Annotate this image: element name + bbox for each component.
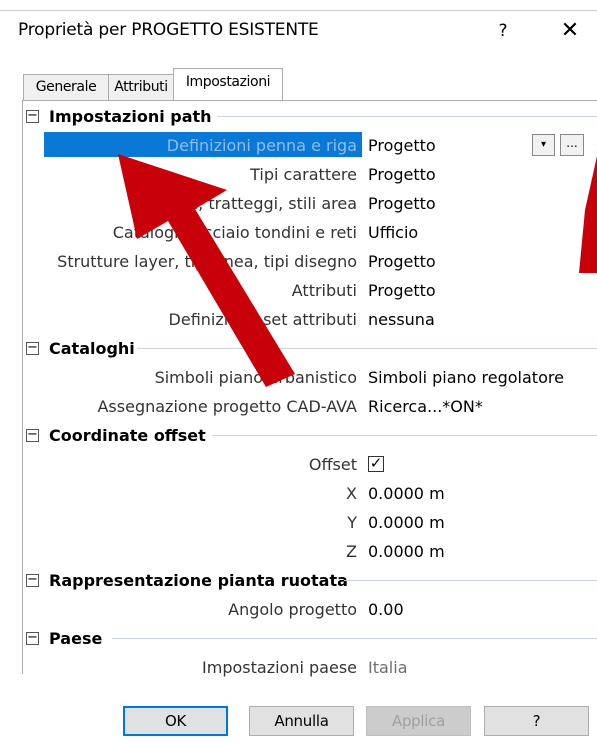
property-row-steel-catalogs[interactable]: Cataloghi acciaio tondini e reti Ufficio — [22, 218, 597, 247]
property-name: Tipi carattere — [250, 165, 357, 184]
property-name: Y — [347, 513, 357, 532]
property-value[interactable]: Progetto — [368, 189, 436, 218]
property-value[interactable]: Progetto — [368, 247, 436, 276]
property-name: X — [346, 484, 357, 503]
property-row-y[interactable]: Y 0.0000 m — [22, 508, 597, 537]
property-value[interactable]: Progetto — [368, 131, 436, 160]
category-coordinate-offset[interactable]: − Coordinate offset — [22, 421, 597, 450]
collapse-icon[interactable]: − — [26, 573, 39, 587]
collapse-icon[interactable]: − — [26, 631, 39, 645]
dropdown-button[interactable]: ▾ — [532, 134, 555, 156]
property-name: Cataloghi acciaio tondini e reti — [112, 223, 357, 242]
dialog-title: Proprietà per PROGETTO ESISTENTE — [18, 20, 319, 40]
ok-button[interactable]: OK — [123, 706, 228, 736]
property-row-attributes[interactable]: Attributi Progetto — [22, 276, 597, 305]
property-value[interactable]: 0.00 — [368, 595, 404, 624]
category-impostazioni-path[interactable]: − Impostazioni path — [22, 102, 597, 131]
category-label: Cataloghi — [49, 339, 135, 358]
category-label: Rappresentazione pianta ruotata — [49, 571, 348, 590]
property-value: Italia — [368, 658, 408, 677]
category-label: Impostazioni path — [49, 107, 212, 126]
property-value[interactable]: 0.0000 m — [368, 537, 445, 566]
property-name: Strutture layer, tipi linea, tipi disegn… — [57, 252, 357, 271]
property-name: Assegnazione progetto CAD-AVA — [97, 397, 357, 416]
offset-checkbox[interactable]: ✓ — [368, 456, 384, 472]
collapse-icon[interactable]: − — [26, 109, 39, 123]
property-row-project-angle[interactable]: Angolo progetto 0.00 — [22, 595, 597, 624]
background-window-fragment — [0, 0, 597, 10]
property-value[interactable]: Progetto — [368, 160, 436, 189]
close-button[interactable]: ✕ — [548, 12, 592, 50]
property-name: Retini, tratteggi, stili area — [152, 194, 357, 213]
help-button[interactable]: ? — [484, 706, 589, 736]
property-name: Definizione set attributi — [168, 310, 357, 329]
property-row-cad-ava[interactable]: Assegnazione progetto CAD-AVA Ricerca...… — [22, 392, 597, 421]
property-row-attribute-set[interactable]: Definizione set attributi nessuna — [22, 305, 597, 334]
property-name: Angolo progetto — [228, 600, 357, 619]
tab-generale[interactable]: Generale — [23, 74, 109, 100]
category-cataloghi[interactable]: − Cataloghi — [22, 334, 597, 363]
property-value[interactable]: Simboli piano regolatore — [368, 363, 564, 392]
section-divider — [344, 580, 597, 581]
tab-impostazioni[interactable]: Impostazioni — [173, 68, 283, 102]
property-value[interactable]: Ricerca...*ON* — [368, 392, 483, 421]
property-value[interactable]: 0.0000 m — [368, 479, 445, 508]
property-name: Impostazioni paese — [202, 658, 357, 677]
ellipsis-button[interactable]: ... — [560, 134, 584, 156]
category-rotated-plan[interactable]: − Rappresentazione pianta ruotata — [22, 566, 597, 595]
property-name: Z — [346, 542, 357, 561]
section-divider — [112, 638, 597, 639]
property-row-fonts[interactable]: Tipi carattere Progetto — [22, 160, 597, 189]
property-row-offset[interactable]: Offset ✓ — [22, 450, 597, 479]
property-row-layer-structures[interactable]: Strutture layer, tipi linea, tipi disegn… — [22, 247, 597, 276]
collapse-icon[interactable]: − — [26, 341, 39, 355]
collapse-icon[interactable]: − — [26, 428, 39, 442]
property-name: Simboli piano urbanistico — [154, 368, 357, 387]
property-value[interactable]: Ufficio — [368, 218, 418, 247]
title-help-button[interactable]: ? — [483, 12, 523, 50]
property-value[interactable]: Progetto — [368, 276, 436, 305]
section-divider — [217, 116, 597, 117]
property-row-urban-symbols[interactable]: Simboli piano urbanistico Simboli piano … — [22, 363, 597, 392]
property-row-x[interactable]: X 0.0000 m — [22, 479, 597, 508]
property-row-z[interactable]: Z 0.0000 m — [22, 537, 597, 566]
section-divider — [137, 348, 597, 349]
property-row-pen-line-definitions[interactable]: Definizioni penna e riga Progetto ▾ ... — [22, 131, 597, 160]
property-name: Attributi — [291, 281, 357, 300]
property-name: Definizioni penna e riga — [166, 136, 357, 155]
property-row-country-settings[interactable]: Impostazioni paese Italia — [22, 653, 597, 682]
tab-attributi[interactable]: Attributi — [108, 74, 174, 100]
category-label: Coordinate offset — [49, 426, 206, 445]
cancel-button[interactable]: Annulla — [249, 706, 354, 736]
property-row-hatches[interactable]: Retini, tratteggi, stili area Progetto — [22, 189, 597, 218]
property-value[interactable]: nessuna — [368, 305, 435, 334]
section-divider — [212, 435, 597, 436]
property-value[interactable]: 0.0000 m — [368, 508, 445, 537]
category-label: Paese — [49, 629, 103, 648]
category-paese[interactable]: − Paese — [22, 624, 597, 653]
property-name: Offset — [308, 455, 357, 474]
apply-button: Applica — [366, 706, 471, 736]
